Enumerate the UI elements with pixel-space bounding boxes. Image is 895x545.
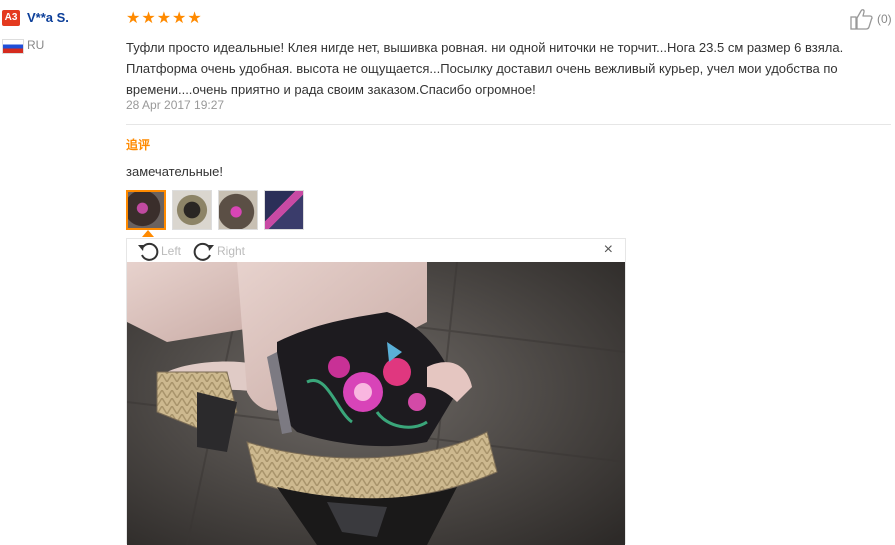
- thumbnail-image: [173, 191, 211, 229]
- additional-feedback-title: 追评: [126, 138, 151, 152]
- additional-feedback-text: замечательные!: [126, 164, 223, 179]
- rotate-left-button[interactable]: Left: [137, 241, 181, 261]
- sandal-photo-illustration: [127, 262, 625, 545]
- russia-flag-icon: [2, 39, 24, 54]
- photo-thumbnail[interactable]: [172, 190, 212, 230]
- thumbnail-image: [265, 191, 303, 229]
- viewer-toolbar: Left Right ×: [127, 239, 625, 262]
- thumbnail-image: [219, 191, 257, 229]
- thumbnail-image: [128, 192, 164, 228]
- photo-thumbnails: [126, 190, 304, 230]
- helpful-button[interactable]: (0): [850, 8, 892, 30]
- review-photo: [127, 262, 625, 545]
- rotate-left-label: Left: [161, 244, 182, 258]
- rotate-right-label: Right: [217, 244, 246, 258]
- photo-thumbnail[interactable]: [218, 190, 258, 230]
- review-text: Туфли просто идеальные! Клея нигде нет, …: [126, 40, 844, 97]
- photo-thumbnail[interactable]: [264, 190, 304, 230]
- level-badge: A3: [2, 10, 20, 26]
- close-viewer-button[interactable]: ×: [604, 242, 613, 258]
- divider: [126, 124, 891, 125]
- rotate-right-button[interactable]: Right: [193, 241, 245, 261]
- country-code: RU: [27, 38, 45, 52]
- rating-stars: ★★★★★: [126, 10, 203, 27]
- like-count: (0): [877, 12, 892, 26]
- reviewer-name[interactable]: V**a S.: [27, 10, 69, 25]
- photo-thumbnail[interactable]: [126, 190, 166, 230]
- rotate-left-icon: [138, 242, 159, 261]
- photo-viewer: Left Right ×: [126, 238, 626, 545]
- selected-thumbnail-pointer: [142, 230, 154, 237]
- thumbs-up-icon[interactable]: [850, 8, 874, 30]
- rotate-right-icon: [193, 242, 214, 261]
- review-date: 28 Apr 2017 19:27: [126, 98, 225, 112]
